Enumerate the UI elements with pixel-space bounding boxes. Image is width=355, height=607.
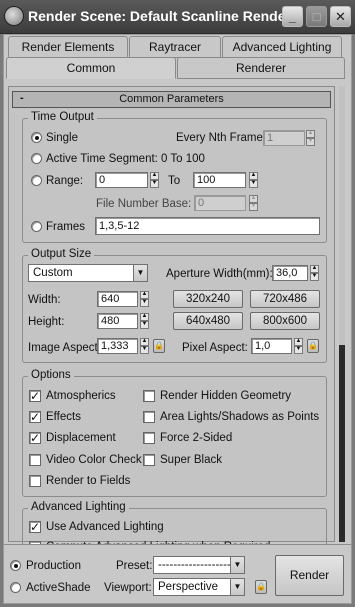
tab-raytracer[interactable]: Raytracer bbox=[129, 36, 221, 58]
pixel-aspect-lock-icon[interactable]: 🔒 bbox=[307, 339, 319, 353]
preset-720x486-button[interactable]: 720x486 bbox=[250, 290, 320, 308]
render-to-fields-label: Render to Fields bbox=[46, 475, 131, 487]
output-size-preset-dropdown[interactable]: Custom bbox=[28, 264, 148, 282]
height-label: Height: bbox=[28, 316, 65, 328]
output-size-preset-value: Custom bbox=[33, 267, 73, 279]
pixel-aspect-field[interactable]: 1,0 bbox=[251, 338, 292, 354]
scrollbar-thumb[interactable] bbox=[339, 345, 345, 542]
image-aspect-spinner[interactable]: ▲ ▼ bbox=[140, 338, 149, 354]
activeshade-radio[interactable] bbox=[10, 582, 21, 593]
render-to-fields-checkbox[interactable] bbox=[29, 475, 41, 487]
every-nth-spinner: ▲ ▼ bbox=[306, 130, 315, 146]
image-aspect-lock-icon[interactable]: 🔒 bbox=[153, 339, 165, 353]
file-number-base-field: 0 bbox=[194, 195, 246, 211]
width-label: Width: bbox=[28, 294, 61, 306]
area-lights-label: Area Lights/Shadows as Points bbox=[160, 411, 320, 423]
app-icon bbox=[4, 6, 24, 26]
atmospherics-label: Atmospherics bbox=[46, 390, 116, 402]
single-label: Single bbox=[46, 132, 78, 144]
effects-checkbox[interactable]: ✓ bbox=[29, 411, 41, 423]
video-color-check-label: Video Color Check bbox=[46, 454, 142, 466]
range-radio[interactable] bbox=[31, 175, 42, 186]
collapse-icon[interactable]: - bbox=[20, 91, 24, 106]
production-radio[interactable] bbox=[10, 560, 21, 571]
rollout-header-common-parameters[interactable]: - Common Parameters bbox=[12, 91, 331, 108]
range-start-field[interactable]: 0 bbox=[95, 172, 148, 188]
width-spinner[interactable]: ▲ ▼ bbox=[140, 291, 149, 307]
tab-renderer[interactable]: Renderer bbox=[177, 57, 345, 79]
viewport-lock-icon[interactable]: 🔒 bbox=[255, 580, 267, 594]
height-spinner[interactable]: ▲ ▼ bbox=[140, 313, 149, 329]
range-end-field[interactable]: 100 bbox=[193, 172, 246, 188]
rollout-title: Common Parameters bbox=[119, 93, 224, 105]
range-label: Range: bbox=[46, 175, 84, 187]
use-advanced-lighting-checkbox[interactable]: ✓ bbox=[29, 521, 41, 533]
force-2-sided-label: Force 2-Sided bbox=[160, 432, 233, 444]
maximize-button: □ bbox=[306, 6, 327, 27]
aperture-width-label: Aperture Width(mm): bbox=[166, 268, 273, 280]
viewport-label: Viewport: bbox=[104, 582, 152, 594]
effects-label: Effects bbox=[46, 411, 81, 423]
active-segment-radio[interactable] bbox=[31, 153, 42, 164]
super-black-label: Super Black bbox=[160, 454, 223, 466]
production-label: Production bbox=[26, 560, 81, 572]
force-2-sided-checkbox[interactable] bbox=[143, 432, 155, 444]
displacement-checkbox[interactable]: ✓ bbox=[29, 432, 41, 444]
close-button[interactable]: ✕ bbox=[330, 6, 351, 27]
area-lights-checkbox[interactable] bbox=[143, 411, 155, 423]
video-color-check-checkbox[interactable] bbox=[29, 454, 41, 466]
range-to-label: To bbox=[168, 175, 181, 187]
frames-radio[interactable] bbox=[31, 221, 42, 232]
window-title: Render Scene: Default Scanline Rende... bbox=[28, 8, 298, 24]
active-segment-label: Active Time Segment: bbox=[46, 153, 158, 165]
dropdown-arrow-icon[interactable]: ▼ bbox=[133, 265, 147, 281]
use-advanced-lighting-label: Use Advanced Lighting bbox=[46, 521, 164, 533]
file-number-base-spinner: ▲ ▼ bbox=[249, 195, 258, 211]
pixel-aspect-spinner[interactable]: ▲ ▼ bbox=[294, 338, 303, 354]
range-start-spinner[interactable]: ▲ ▼ bbox=[150, 172, 159, 188]
viewport-dropdown-arrow-icon[interactable]: ▼ bbox=[230, 579, 244, 595]
options-title: Options bbox=[28, 369, 74, 382]
frames-field[interactable]: 1,3,5-12 bbox=[95, 217, 320, 235]
render-hidden-geometry-label: Render Hidden Geometry bbox=[160, 390, 292, 402]
output-size-title: Output Size bbox=[28, 248, 95, 261]
width-field[interactable]: 640 bbox=[97, 291, 138, 307]
preset-dropdown-arrow-icon[interactable]: ▼ bbox=[230, 557, 244, 573]
tab-common[interactable]: Common bbox=[6, 57, 176, 79]
active-segment-value: 0 To 100 bbox=[161, 153, 205, 165]
image-aspect-field[interactable]: 1,333 bbox=[97, 338, 138, 354]
render-button[interactable]: Render bbox=[275, 555, 344, 596]
every-nth-label: Every Nth Frame: bbox=[176, 132, 267, 144]
image-aspect-label: Image Aspect: bbox=[28, 342, 101, 354]
file-number-base-label: File Number Base: bbox=[96, 198, 192, 210]
frames-label: Frames bbox=[46, 221, 85, 233]
aperture-width-field[interactable]: 36,0 bbox=[272, 265, 308, 281]
preset-label: Preset: bbox=[116, 560, 153, 572]
preset-800x600-button[interactable]: 800x600 bbox=[250, 312, 320, 330]
super-black-checkbox[interactable] bbox=[143, 454, 155, 466]
title-bar[interactable]: Render Scene: Default Scanline Rende... … bbox=[0, 0, 355, 34]
displacement-label: Displacement bbox=[46, 432, 116, 444]
single-radio[interactable] bbox=[31, 132, 42, 143]
atmospherics-checkbox[interactable]: ✓ bbox=[29, 390, 41, 402]
range-end-spinner[interactable]: ▲ ▼ bbox=[249, 172, 258, 188]
viewport-value: Perspective bbox=[158, 581, 219, 593]
height-field[interactable]: 480 bbox=[97, 313, 138, 329]
aperture-width-spinner[interactable]: ▲ ▼ bbox=[310, 265, 319, 281]
advanced-lighting-title: Advanced Lighting bbox=[28, 501, 129, 514]
activeshade-label: ActiveShade bbox=[26, 582, 91, 594]
minimize-button[interactable]: _ bbox=[282, 6, 303, 27]
preset-320x240-button[interactable]: 320x240 bbox=[173, 290, 243, 308]
every-nth-field: 1 bbox=[263, 130, 305, 146]
time-output-title: Time Output bbox=[28, 111, 97, 124]
preset-640x480-button[interactable]: 640x480 bbox=[173, 312, 243, 330]
render-hidden-geometry-checkbox[interactable] bbox=[143, 390, 155, 402]
preset-value: -------------------- bbox=[158, 559, 235, 571]
pixel-aspect-label: Pixel Aspect: bbox=[182, 342, 248, 354]
tab-advanced-lighting[interactable]: Advanced Lighting bbox=[222, 36, 342, 58]
tab-render-elements[interactable]: Render Elements bbox=[8, 36, 128, 58]
